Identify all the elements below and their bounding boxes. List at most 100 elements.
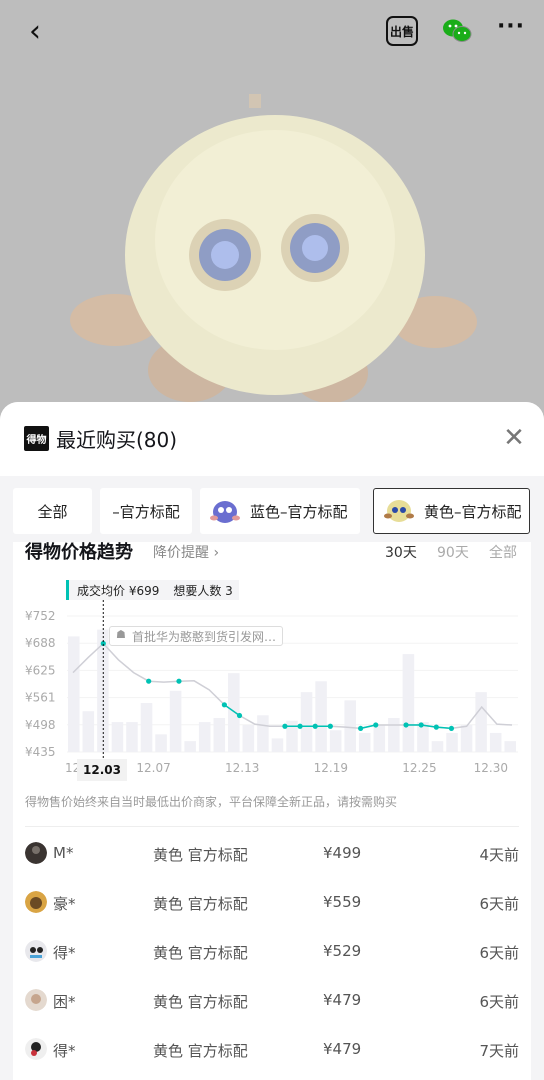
news-annotation-text: 首批华为憨憨到货引发网… (132, 629, 277, 644)
average-price-label: 成交均价 ¥699 (77, 583, 160, 598)
volume-bar (169, 690, 182, 752)
buyer-name: 得* (53, 944, 76, 962)
volume-bar (228, 673, 240, 752)
y-tick-label: ¥435 (25, 745, 56, 759)
average-price-tag: 成交均价 ¥699 想要人数 3 (66, 580, 239, 600)
price-point (433, 724, 439, 730)
price-point (146, 678, 152, 684)
range-30-days[interactable]: 30天 (385, 542, 417, 562)
x-tick-label: 12.30 (474, 761, 508, 775)
volume-bar (344, 700, 356, 752)
tab-label: 蓝色–官方标配 (250, 502, 348, 521)
volume-bar (475, 692, 487, 752)
purchase-price: ¥529 (323, 942, 362, 960)
purchase-row: 困* 黄色 官方标配 ¥479 6天前 (13, 987, 531, 1017)
volume-bar (198, 722, 211, 752)
y-tick-label: ¥561 (25, 691, 56, 705)
volume-bar (300, 692, 313, 752)
volume-bar (373, 724, 386, 752)
want-count-label: 想要人数 3 (173, 583, 233, 598)
sku-tabs: 全部 –官方标配 蓝色–官方标配 黄色–官方标配 (0, 488, 544, 534)
y-tick-label: ¥498 (25, 718, 56, 732)
volume-bar (446, 732, 458, 752)
price-point (282, 723, 288, 729)
volume-bar (184, 741, 196, 752)
volume-bar (68, 636, 80, 752)
volume-bar (489, 732, 502, 752)
purchase-time: 4天前 (479, 846, 519, 864)
news-annotation[interactable]: ☗ 首批华为憨憨到货引发网… (109, 626, 284, 646)
buyer-name: M* (53, 844, 74, 862)
avatar (25, 1038, 47, 1060)
price-trend-card: 得物价格趋势 降价提醒 › 30天 90天 全部 ¥752 ¥688 ¥625 ¥56… (13, 542, 531, 1080)
purchase-row: M* 黄色 官方标配 ¥499 4天前 (13, 840, 531, 870)
blue-plush-thumbnail (210, 501, 240, 523)
wechat-share-icon[interactable] (441, 16, 473, 46)
price-line (72, 642, 513, 730)
price-point (418, 722, 424, 728)
purchase-price: ¥479 (323, 1040, 362, 1058)
volume-bar (140, 703, 153, 752)
x-tick-label: 12.25 (402, 761, 436, 775)
yellow-plush-thumbnail (384, 500, 414, 522)
volume-bar (358, 732, 371, 752)
purchase-sku: 黄色 官方标配 (153, 993, 248, 1011)
tab-label: 全部 (37, 502, 68, 521)
product-image-area (0, 0, 544, 420)
volume-bar (315, 681, 327, 752)
volume-bar (388, 718, 400, 752)
recent-purchases-sheet: 得物 最近购买(80) ✕ 全部 –官方标配 蓝色–官方标配 黄色–官方标配 得… (0, 402, 544, 1080)
buyer-name: 得* (53, 1042, 76, 1060)
purchase-sku: 黄色 官方标配 (153, 944, 248, 962)
divider (25, 826, 519, 827)
tab-label: –官方标配 (112, 502, 180, 521)
purchase-row: 得* 黄色 官方标配 ¥529 6天前 (13, 938, 531, 968)
price-point (373, 722, 379, 728)
x-tick-label: 12.19 (314, 761, 348, 775)
purchase-sku: 黄色 官方标配 (153, 846, 248, 864)
volume-bar (111, 722, 124, 752)
range-all[interactable]: 全部 (489, 542, 517, 562)
purchase-sku: 黄色 官方标配 (153, 1042, 248, 1060)
tab-all[interactable]: 全部 (13, 488, 92, 534)
tab-blue[interactable]: 蓝色–官方标配 (200, 488, 360, 534)
volume-bar (213, 718, 226, 752)
purchase-time: 6天前 (479, 895, 519, 913)
range-90-days[interactable]: 90天 (437, 542, 469, 562)
volume-bar (155, 734, 167, 752)
price-guarantee-note: 得物售价始终来自当时最低出价商家，平台保障全新正品，请按需购买 (25, 795, 398, 809)
volume-bar (431, 741, 444, 752)
price-trend-title: 得物价格趋势 (25, 542, 133, 563)
purchase-row: 豪* 黄色 官方标配 ¥559 6天前 (13, 889, 531, 919)
price-point (297, 723, 303, 729)
avatar (25, 940, 47, 962)
avatar (25, 842, 47, 864)
volume-bar (504, 741, 516, 752)
volume-bar (329, 730, 342, 752)
purchase-price: ¥559 (323, 893, 362, 911)
volume-bar (402, 654, 415, 752)
more-options-icon[interactable]: ··· (496, 14, 526, 44)
buyer-name: 豪* (53, 895, 76, 913)
back-arrow-icon[interactable]: ‹ (18, 14, 52, 49)
purchase-row: 得* 黄色 官方标配 ¥479 7天前 (13, 1036, 531, 1066)
price-alert-link[interactable]: 降价提醒 › (153, 542, 219, 562)
volume-bar (460, 724, 473, 752)
avatar (25, 989, 47, 1011)
x-tick-label: 12.13 (225, 761, 259, 775)
news-icon: ☗ (116, 628, 126, 641)
tab-yellow[interactable]: 黄色–官方标配 (373, 488, 530, 534)
tab-label: 黄色–官方标配 (424, 502, 522, 521)
purchase-sku: 黄色 官方标配 (153, 895, 248, 913)
volume-bar (242, 724, 255, 752)
price-point (236, 712, 243, 719)
volume-bar (257, 715, 269, 752)
price-point (312, 723, 318, 729)
tab-default[interactable]: –官方标配 (100, 488, 192, 534)
close-icon[interactable]: ✕ (500, 424, 528, 452)
top-navigation-bar: ‹ 出售 ··· (0, 0, 544, 62)
purchase-time: 6天前 (479, 993, 519, 1011)
dewu-logo: 得物 (24, 426, 49, 451)
sell-button[interactable]: 出售 (386, 16, 418, 46)
volume-bar (271, 738, 284, 752)
